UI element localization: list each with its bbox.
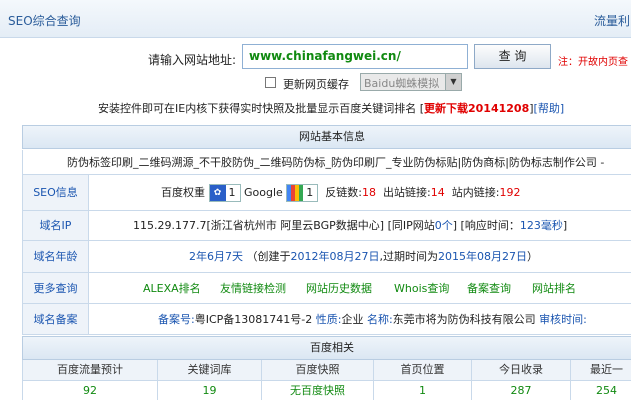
more-queries-row: 更多查询 ALEXA排名 友情链接检测 网站历史数据 Whois查询 备案查询 … (22, 273, 631, 304)
baidu-related-header: 百度相关 (22, 336, 631, 360)
whois-link[interactable]: Whois查询 (394, 273, 449, 304)
spider-select[interactable]: Baidu蜘蛛模拟 ▼ (360, 73, 462, 91)
snapshot-value[interactable]: 无百度快照 (262, 381, 374, 400)
query-button[interactable]: 查 询 (474, 44, 551, 69)
domain-ip-values: 115.29.177.7[浙江省杭州市 阿里云BGP数据中心] [同IP网站0个… (133, 219, 568, 232)
baidu-weight-badge[interactable]: ✿ 1 (208, 184, 241, 202)
same-ip-count[interactable]: 0个 (435, 219, 453, 232)
domain-beian-row: 域名备案 备案号:粤ICP备13081741号-2 性质:企业 名称:东莞市将为… (22, 304, 631, 335)
install-text: 安装控件即可在IE内核下获得实时快照及批量显示百度关键词排名 (98, 102, 417, 115)
top-bar: SEO综合查询 流量利 (0, 0, 631, 38)
outlinks-value[interactable]: 14 (431, 186, 445, 199)
url-input[interactable]: www.chinafangwei.cn/ (242, 44, 468, 69)
alexa-link[interactable]: ALEXA排名 (143, 273, 201, 304)
same-ip-prefix: [同IP网站 (387, 219, 435, 232)
top-right-tab[interactable]: 流量利 (594, 12, 630, 29)
more-queries-links: ALEXA排名 友情链接检测 网站历史数据 Whois查询 备案查询 网站排名 (90, 273, 631, 303)
spider-select-value: Baidu蜘蛛模拟 (364, 77, 440, 90)
domain-ip-row: 域名IP 115.29.177.7[浙江省杭州市 阿里云BGP数据中心] [同I… (22, 211, 631, 241)
domain-beian-values: 备案号:粤ICP备13081741号-2 性质:企业 名称:东莞市将为防伪科技有… (90, 304, 631, 334)
domain-ip-key[interactable]: 域名IP (23, 211, 89, 240)
audit-time-label: 审核时间: (539, 313, 587, 326)
keywords-value[interactable]: 19 (158, 381, 262, 400)
expire-date: 2015年08月27日 (438, 250, 527, 263)
download-link[interactable]: 更新下载20141208 (424, 102, 529, 115)
domain-beian-key[interactable]: 域名备案 (23, 304, 89, 334)
baidu-weight-label: 百度权重 (161, 186, 205, 199)
baidu-values-row: 92 19 无百度快照 1 287 254 (22, 381, 631, 400)
history-link[interactable]: 网站历史数据 (306, 273, 372, 304)
refresh-cache-checkbox[interactable] (265, 77, 276, 88)
beian-num: 粤ICP备13081741号-2 (194, 313, 313, 326)
google-pr-icon (287, 185, 304, 201)
company-name-label: 名称: (366, 313, 393, 326)
rank-link[interactable]: 网站排名 (532, 273, 576, 304)
beian-link[interactable]: 备案查询 (467, 273, 511, 304)
col-snapshot: 百度快照 (262, 360, 374, 380)
url-label: 请输入网站地址: (148, 53, 237, 67)
traffic-value[interactable]: 92 (23, 381, 158, 400)
col-keywords: 关键词库 (158, 360, 262, 380)
home-position-value[interactable]: 1 (374, 381, 472, 400)
domain-age-values: 2年6月7天 （创建于2012年08月27日,过期时间为2015年08月27日） (189, 250, 538, 263)
outlinks-label: 出站链接: (383, 186, 431, 199)
col-home-position: 首页位置 (374, 360, 472, 380)
basic-info-header: 网站基本信息 (22, 125, 631, 149)
google-label: Google (244, 186, 283, 199)
domain-age-value: 2年6月7天 (189, 250, 243, 263)
created-date: 2012年08月27日 (290, 250, 380, 263)
seo-info-values: 百度权重 ✿ 1 Google 1 反链数:18 出站链接:14 站内链接:192 (90, 175, 631, 210)
col-traffic: 百度流量预计 (23, 360, 158, 380)
seo-info-key[interactable]: SEO信息 (23, 175, 89, 210)
friend-link-check[interactable]: 友情链接检测 (220, 273, 286, 304)
baidu-columns: 百度流量预计 关键词库 百度快照 首页位置 今日收录 最近一 (22, 360, 631, 381)
nature-label: 性质: (315, 313, 342, 326)
nature-value: 企业 (341, 313, 364, 326)
page-title: SEO综合查询 (8, 14, 81, 28)
today-indexed-value[interactable]: 287 (472, 381, 571, 400)
backlinks-value[interactable]: 18 (362, 186, 376, 199)
hint-note: 注：开故内页查 (558, 57, 628, 68)
company-name: 东莞市将为防伪科技有限公司 (392, 313, 536, 326)
ip-location: 115.29.177.7[浙江省杭州市 阿里云BGP数据中心] (133, 219, 385, 232)
refresh-cache-label: 更新网页缓存 (283, 78, 349, 91)
beian-num-label: 备案号: (158, 313, 195, 326)
more-queries-key[interactable]: 更多查询 (23, 273, 89, 303)
recent-value[interactable]: 254 (571, 381, 631, 400)
inlinks-label: 站内链接: (451, 186, 500, 199)
backlinks-label: 反链数: (325, 186, 363, 199)
domain-age-key[interactable]: 域名年龄 (23, 241, 89, 272)
domain-age-row: 域名年龄 2年6月7天 （创建于2012年08月27日,过期时间为2015年08… (22, 241, 631, 273)
google-pr-badge[interactable]: 1 (286, 184, 319, 202)
inlinks-value[interactable]: 192 (499, 186, 520, 199)
response-prefix: [响应时间： (460, 219, 520, 232)
chevron-down-icon[interactable]: ▼ (445, 74, 461, 90)
baidu-paw-icon: ✿ (209, 185, 226, 201)
col-today-indexed: 今日收录 (472, 360, 571, 380)
seo-info-row: SEO信息 百度权重 ✿ 1 Google 1 反链数:18 出站链接:14 站内… (22, 175, 631, 211)
help-link[interactable]: [帮助] (534, 102, 565, 115)
site-title-row: 防伪标签印刷_二维码溯源_不干胶防伪_二维码防伪标_防伪印刷厂_专业防伪标贴|防… (22, 150, 631, 175)
response-time: 123毫秒 (519, 219, 563, 232)
install-notice: 安装控件即可在IE内核下获得实时快照及批量显示百度关键词排名 [更新下载2014… (98, 100, 564, 116)
col-recent: 最近一 (571, 360, 631, 380)
